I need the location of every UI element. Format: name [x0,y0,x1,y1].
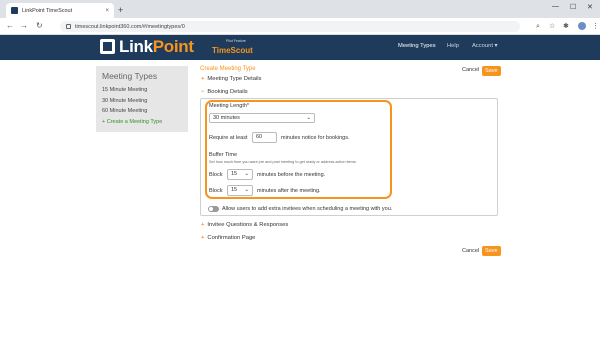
lock-icon [66,24,71,29]
sidebar-item-30-minute[interactable]: 30 Minute Meeting [102,96,182,107]
address-bar: ← → ↻ timescout.linkpoint360.com/#/meeti… [0,18,600,35]
logo-link: Link [119,37,153,56]
chevron-down-icon: ⌄ [306,115,311,121]
reload-icon[interactable]: ↻ [36,21,43,31]
browser-tab-strip: LinkPoint TimeScout × + — ☐ ✕ [0,0,600,18]
block-label-after: Block [209,188,223,194]
save-button[interactable]: Save [482,66,501,76]
sidebar-item-15-minute[interactable]: 15 Minute Meeting [102,85,182,96]
notice-minutes-input[interactable]: 60 [252,132,277,143]
page-title: Create Meeting Type [200,66,256,72]
minimize-icon[interactable]: — [552,3,559,10]
extra-invitees-label: Allow users to add extra invitees when s… [222,206,393,212]
sidebar: Meeting Types 15 Minute Meeting 30 Minut… [96,66,188,132]
app-header [0,35,600,60]
window-close-icon[interactable]: ✕ [587,3,593,11]
section-label: Booking Details [207,89,248,95]
buffer-time-title: Buffer Time [209,152,238,158]
forward-icon[interactable]: → [20,21,28,31]
section-booking-details[interactable]: − Booking Details [201,89,248,95]
zoom-icon[interactable]: ⌕ [536,22,540,31]
section-invitee-questions[interactable]: + Invitee Questions & Responses [201,222,288,228]
sidebar-item-create[interactable]: + Create a Meeting Type [102,117,182,128]
buffer-before-select[interactable]: 15 ⌄ [227,169,253,180]
url-input[interactable]: timescout.linkpoint360.com/#/meetingtype… [60,21,520,32]
meeting-length-select[interactable]: 30 minutes ⌄ [209,113,315,123]
expand-icon: + [201,222,205,228]
maximize-icon[interactable]: ☐ [570,3,576,11]
section-label: Meeting Type Details [207,76,262,82]
new-tab-icon[interactable]: + [118,4,123,16]
logo-subtitle: TimeScout [212,46,253,55]
favicon-icon [11,7,18,14]
nav-meeting-types[interactable]: Meeting Types [398,43,436,49]
chevron-down-icon: ⌄ [244,171,249,177]
star-icon[interactable]: ☆ [549,22,555,31]
buffer-before-value: 15 [231,171,238,177]
cancel-button-bottom[interactable]: Cancel [462,248,479,254]
extra-invitees-toggle[interactable] [208,206,219,212]
block-label-before: Block [209,172,223,178]
section-label: Confirmation Page [207,235,256,241]
buffer-time-help: Set how much time you want pre and post … [209,160,357,164]
close-icon[interactable]: × [105,8,109,14]
meeting-length-label: Meeting Length* [209,103,250,109]
save-button-bottom[interactable]: Save [482,246,501,256]
url-text: timescout.linkpoint360.com/#/meetingtype… [75,23,185,30]
collapse-icon: − [201,89,205,95]
logo-point: Point [152,37,194,56]
nav-account[interactable]: Account ▾ [472,43,497,49]
chevron-down-icon: ⌄ [244,187,249,193]
sidebar-item-60-minute[interactable]: 60 Minute Meeting [102,106,182,117]
sidebar-title: Meeting Types [102,71,158,81]
logo: LinkPoint [119,37,194,57]
expand-icon: + [201,76,205,82]
back-icon[interactable]: ← [6,21,14,31]
buffer-after-value: 15 [231,187,238,193]
cancel-button[interactable]: Cancel [462,67,479,73]
section-label: Invitee Questions & Responses [207,222,289,228]
tab-title: LinkPoint TimeScout [22,7,73,14]
extensions-icon[interactable]: ✱ [563,22,569,31]
section-meeting-type-details[interactable]: + Meeting Type Details [201,76,261,82]
menu-icon[interactable]: ⋮ [592,22,599,31]
require-suffix: minutes notice for bookings. [281,135,350,141]
buffer-after-select[interactable]: 15 ⌄ [227,185,253,196]
section-confirmation-page[interactable]: + Confirmation Page [201,235,255,241]
browser-tab[interactable]: LinkPoint TimeScout × [6,3,114,18]
require-prefix: Require at least [209,135,248,141]
buffer-after-suffix: minutes after the meeting. [257,188,321,194]
meeting-length-value: 30 minutes [213,115,240,121]
nav-help[interactable]: Help [447,43,459,49]
logo-icon [100,39,115,54]
buffer-before-suffix: minutes before the meeting. [257,172,326,178]
logo-tag: Pilot Feature [226,39,246,43]
expand-icon: + [201,235,205,241]
profile-avatar[interactable] [578,22,586,30]
